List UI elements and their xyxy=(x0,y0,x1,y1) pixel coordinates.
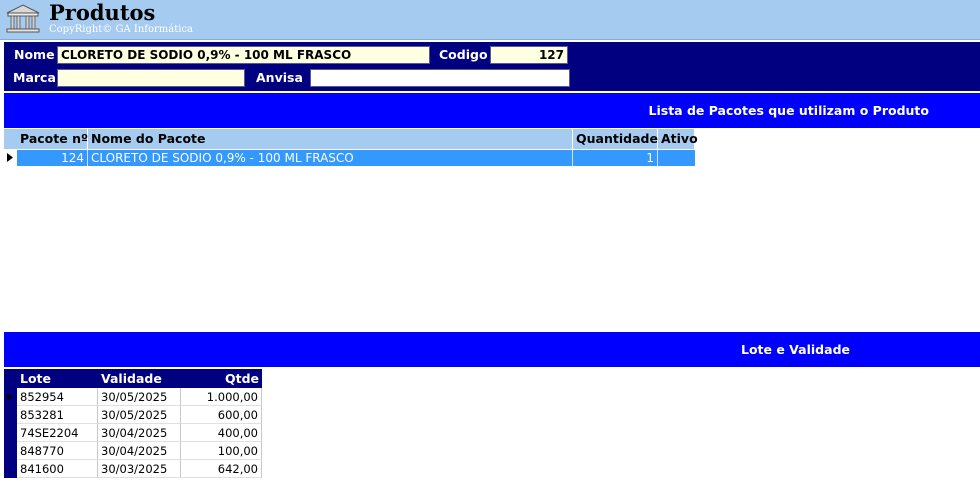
lote-validade: 30/05/2025 xyxy=(98,406,181,424)
building-logo-icon xyxy=(6,4,40,33)
col-header-lote[interactable]: Lote xyxy=(17,369,98,388)
app-title: Produtos xyxy=(49,0,156,25)
codigo-label: Codigo xyxy=(439,47,488,62)
product-form: Nome CLORETO DE SODIO 0,9% - 100 ML FRAS… xyxy=(4,42,980,91)
table-row[interactable]: 852954 30/05/2025 1.000,00 xyxy=(17,388,262,406)
current-row-pointer-icon xyxy=(7,393,12,401)
col-header-pacote[interactable]: Pacote nº xyxy=(17,129,88,149)
table-row[interactable]: 124 CLORETO DE SODIO 0,9% - 100 ML FRASC… xyxy=(17,150,695,166)
anvisa-field[interactable] xyxy=(310,69,570,87)
lote-validade: 30/05/2025 xyxy=(98,388,181,406)
pacote-number: 124 xyxy=(17,150,88,166)
col-header-validade[interactable]: Validade xyxy=(98,369,181,388)
lote-qtde: 642,00 xyxy=(181,460,262,478)
lote-qtde: 100,00 xyxy=(181,442,262,460)
codigo-field[interactable]: 127 xyxy=(490,46,568,64)
lote-row-indicator xyxy=(4,388,17,478)
nome-label: Nome xyxy=(14,47,55,62)
lote-code: 841600 xyxy=(17,460,98,478)
lote-section-header: Lote e Validade xyxy=(4,332,980,367)
lote-grid-header: Lote Validade Qtde xyxy=(4,369,262,388)
lote-qtde: 600,00 xyxy=(181,406,262,424)
lote-validade: 30/04/2025 xyxy=(98,442,181,460)
marca-field[interactable] xyxy=(57,69,245,87)
lote-section-title: Lote e Validade xyxy=(741,342,850,357)
col-header-quantidade[interactable]: Quantidade xyxy=(573,129,658,149)
pacote-quantity: 1 xyxy=(573,150,658,166)
pacotes-grid: Pacote nº Nome do Pacote Quantidade Ativ… xyxy=(4,129,980,331)
current-row-pointer-icon xyxy=(7,153,13,162)
lote-code: 848770 xyxy=(17,442,98,460)
col-header-nome-pacote[interactable]: Nome do Pacote xyxy=(88,129,573,149)
anvisa-label: Anvisa xyxy=(256,70,303,85)
lote-validade: 30/04/2025 xyxy=(98,424,181,442)
table-row[interactable]: 853281 30/05/2025 600,00 xyxy=(17,406,262,424)
nome-field[interactable]: CLORETO DE SODIO 0,9% - 100 ML FRASCO xyxy=(57,46,430,64)
table-row[interactable]: 841600 30/03/2025 642,00 xyxy=(17,460,262,478)
copyright-text: CopyRight© GA Informática xyxy=(49,24,193,35)
pacotes-grid-header: Pacote nº Nome do Pacote Quantidade Ativ… xyxy=(4,129,698,149)
lote-code: 852954 xyxy=(17,388,98,406)
pacotes-section-header: Lista de Pacotes que utilizam o Produto xyxy=(4,93,980,128)
lote-qtde: 1.000,00 xyxy=(181,388,262,406)
col-header-ativo[interactable]: Ativo xyxy=(658,129,698,149)
title-bar: Produtos CopyRight© GA Informática xyxy=(0,0,980,40)
lote-validade: 30/03/2025 xyxy=(98,460,181,478)
marca-label: Marca xyxy=(13,70,56,85)
pacotes-section-title: Lista de Pacotes que utilizam o Produto xyxy=(648,103,930,118)
lote-qtde: 400,00 xyxy=(181,424,262,442)
lote-code: 853281 xyxy=(17,406,98,424)
lote-grid: Lote Validade Qtde 852954 30/05/2025 1.0… xyxy=(4,369,262,479)
pacote-active xyxy=(658,150,695,166)
lote-code: 74SE2204 xyxy=(17,424,98,442)
pacote-name: CLORETO DE SODIO 0,9% - 100 ML FRASCO xyxy=(88,150,573,166)
table-row[interactable]: 74SE2204 30/04/2025 400,00 xyxy=(17,424,262,442)
table-row[interactable]: 848770 30/04/2025 100,00 xyxy=(17,442,262,460)
col-header-qtde[interactable]: Qtde xyxy=(181,369,262,388)
